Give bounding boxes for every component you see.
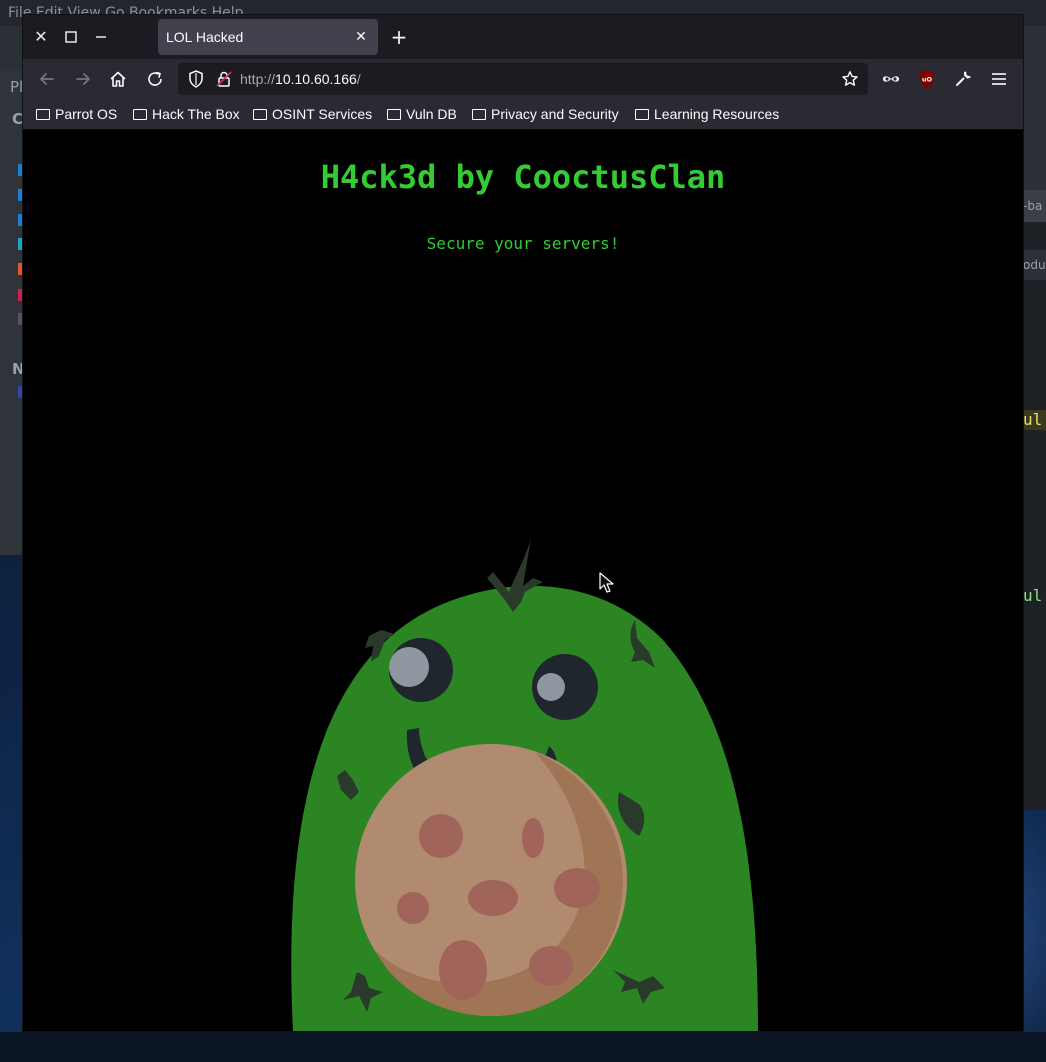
page-title: H4ck3d by CooctusClan: [320, 158, 726, 196]
bookmark-label: Parrot OS: [55, 106, 118, 122]
bookmark-folder-parrot-os[interactable]: Parrot OS: [36, 99, 117, 129]
browser-window[interactable]: ✕ LOL Hacked ✕ + http://10.10.60.166/ uO…: [23, 15, 1023, 1031]
sidebar-marker: [18, 164, 22, 176]
maximize-icon: [65, 31, 77, 43]
bookmark-folder-privacy-and-security[interactable]: Privacy and Security: [472, 99, 619, 129]
application-menu-button[interactable]: [987, 67, 1011, 91]
url-path: /: [356, 71, 361, 87]
browser-titlebar[interactable]: ✕ LOL Hacked ✕ +: [23, 15, 1023, 59]
close-icon: ✕: [34, 27, 48, 46]
sidebar-marker: [18, 263, 22, 275]
background-window-sidebar: Pl C N: [0, 70, 25, 555]
ublock-shield-icon: uO: [920, 70, 934, 88]
page-content: H4ck3d by CooctusClan Secure your server…: [23, 130, 1023, 1031]
background-window-sidebar-letter: C: [12, 110, 24, 128]
folder-icon: [387, 108, 401, 120]
insecure-lock-icon[interactable]: [214, 69, 234, 89]
background-editor-window[interactable]: -ba odu ul ul: [1023, 190, 1046, 810]
folder-icon: [36, 108, 50, 120]
new-tab-button[interactable]: +: [389, 27, 409, 47]
bookmark-folder-hack-the-box[interactable]: Hack The Box: [133, 99, 240, 129]
bookmark-folder-vuln-db[interactable]: Vuln DB: [387, 99, 457, 129]
background-window-sidebar-label: Pl: [10, 78, 24, 96]
arrow-right-icon: [76, 73, 90, 85]
reload-icon: [148, 71, 162, 86]
cooctus-mascot-image: [291, 538, 758, 1031]
sidebar-marker: [18, 214, 22, 226]
infinity-mask-icon: [883, 76, 899, 82]
folder-icon: [253, 108, 267, 120]
arrow-left-icon: [40, 73, 54, 85]
bookmark-star-button[interactable]: [838, 67, 862, 91]
address-bar[interactable]: http://10.10.60.166/: [178, 63, 868, 95]
url-text[interactable]: http://10.10.60.166/: [240, 63, 361, 95]
mouse-pointer-icon: [599, 572, 614, 593]
bookmark-label: Privacy and Security: [491, 106, 619, 122]
sidebar-marker: [18, 386, 22, 398]
editor-code-line: ul: [1023, 410, 1046, 430]
bookmark-label: Hack The Box: [152, 106, 240, 122]
url-host: 10.10.60.166: [275, 71, 357, 87]
sidebar-marker: [18, 289, 22, 301]
desktop: File Edit View Go Bookmarks Help Pl C N …: [0, 0, 1046, 1062]
folder-icon: [472, 108, 486, 120]
navigation-toolbar: http://10.10.60.166/ uO: [23, 59, 1023, 99]
private-browsing-button[interactable]: [879, 67, 903, 91]
home-icon: [110, 71, 126, 87]
bookmark-label: Vuln DB: [406, 106, 457, 122]
bookmark-label: OSINT Services: [272, 106, 373, 122]
bookmark-label: Learning Resources: [654, 106, 780, 122]
bookmark-folder-osint-services[interactable]: OSINT Services: [253, 99, 372, 129]
hamburger-menu-icon: [992, 73, 1006, 85]
folder-icon: [635, 108, 649, 120]
page-subtitle: Secure your servers!: [426, 234, 620, 253]
desktop-bottom-strip: [0, 1032, 1046, 1062]
developer-tools-button[interactable]: [951, 67, 975, 91]
url-protocol: http://: [240, 71, 276, 87]
sidebar-marker: [18, 313, 22, 325]
tab-lol-hacked[interactable]: LOL Hacked ✕: [158, 19, 378, 55]
home-button[interactable]: [106, 67, 130, 91]
svg-text:uO: uO: [922, 76, 933, 84]
back-button[interactable]: [35, 67, 59, 91]
editor-code-line: ul: [1023, 586, 1043, 605]
reload-button[interactable]: [143, 67, 167, 91]
forward-button[interactable]: [71, 67, 95, 91]
window-maximize-button[interactable]: [61, 27, 81, 47]
tab-close-button[interactable]: ✕: [352, 28, 370, 46]
window-minimize-button[interactable]: [91, 27, 111, 47]
window-close-button[interactable]: ✕: [31, 27, 51, 47]
bookmarks-toolbar: Parrot OS Hack The Box OSINT Services Vu…: [23, 99, 1023, 130]
tracking-protection-shield-icon[interactable]: [186, 69, 206, 89]
editor-tab[interactable]: odu: [1023, 250, 1046, 280]
minimize-icon: [96, 36, 106, 38]
bookmark-folder-learning-resources[interactable]: Learning Resources: [635, 99, 779, 129]
editor-tab[interactable]: -ba: [1023, 190, 1046, 222]
tab-title: LOL Hacked: [166, 29, 244, 45]
sidebar-marker: [18, 189, 22, 201]
star-icon: [842, 71, 858, 86]
ublock-origin-button[interactable]: uO: [915, 67, 939, 91]
sidebar-marker: [18, 238, 22, 250]
wrench-icon: [956, 71, 971, 86]
folder-icon: [133, 108, 147, 120]
